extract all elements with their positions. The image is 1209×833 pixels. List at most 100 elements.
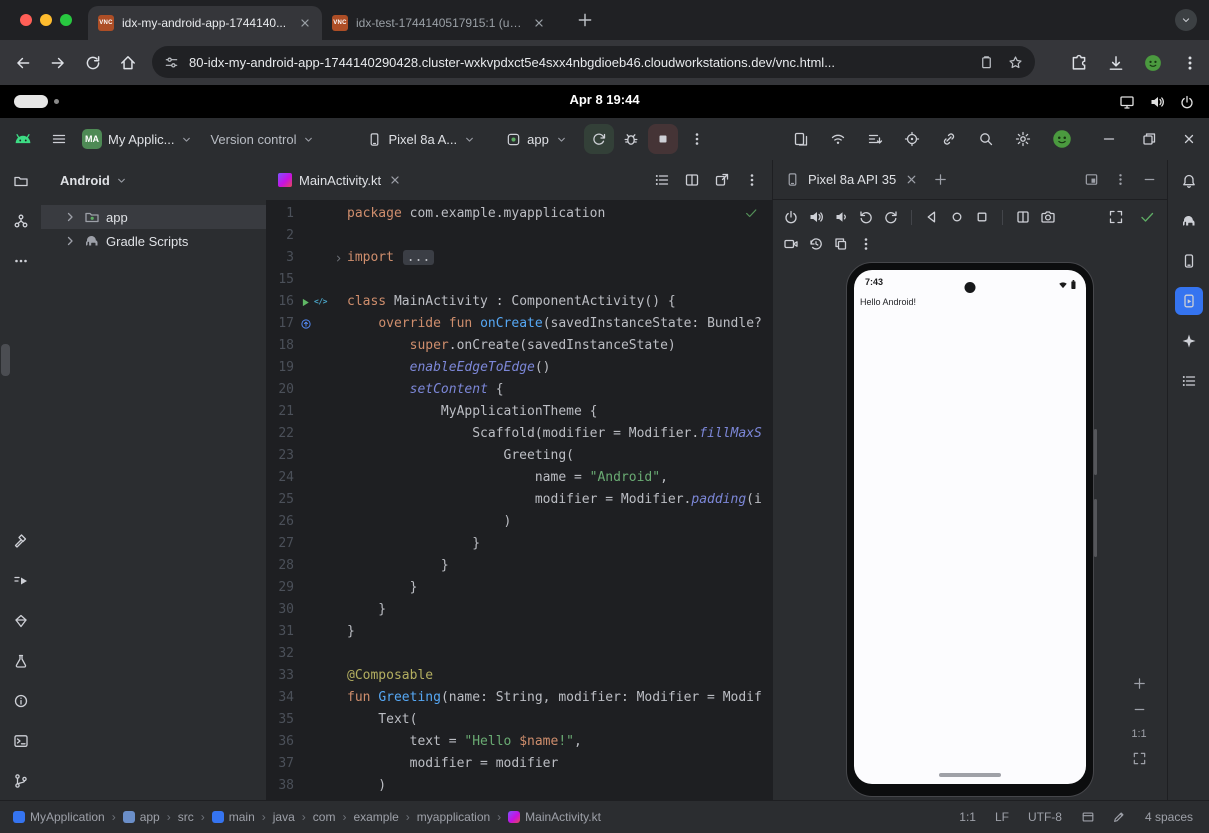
list-icon[interactable] [654,172,670,188]
breadcrumb-item[interactable]: main [212,810,255,824]
terminal-tool-button[interactable] [7,727,35,755]
close-window-button[interactable] [20,14,32,26]
device-manager-icon[interactable] [793,131,809,147]
main-menu-icon[interactable] [51,131,67,147]
search-icon[interactable] [978,131,994,147]
new-tab-button[interactable] [576,11,594,29]
clipboard-icon[interactable] [979,55,994,70]
url-text[interactable]: 80-idx-my-android-app-1744140290428.clus… [189,55,969,70]
folded-region[interactable]: ... [403,250,434,265]
file-encoding[interactable]: UTF-8 [1028,810,1062,824]
compose-preview-icon[interactable]: </> [314,291,327,313]
avatar-icon[interactable] [1144,54,1162,72]
kebab-icon[interactable] [858,236,874,252]
run-config-selector[interactable]: app [506,132,568,147]
camera-icon[interactable] [1040,209,1056,225]
rotate-right-icon[interactable] [883,209,899,225]
elephant-tool-button[interactable] [1175,207,1203,235]
copy-icon[interactable] [833,236,849,252]
app-inspection-icon[interactable] [904,131,920,147]
pair-devices-icon[interactable] [830,131,846,147]
diamond-tool-button[interactable] [7,607,35,635]
back-tri-icon[interactable] [924,209,940,225]
reload-icon[interactable] [84,54,102,72]
project-tree-item[interactable]: Gradle Scripts [41,229,266,253]
breadcrumb-item[interactable]: MainActivity.kt [508,810,601,824]
breadcrumb-item[interactable]: java [273,810,295,824]
site-settings-icon[interactable] [164,55,179,70]
zoom-level[interactable]: 1:1 [1131,728,1146,740]
list-tool-button[interactable] [1175,367,1203,395]
fold-icon[interactable] [1015,209,1031,225]
vcs-widget[interactable]: Version control [210,132,315,147]
settings-icon[interactable] [1015,131,1031,147]
close-x-icon[interactable] [1181,131,1197,147]
tab-search-button[interactable] [1175,9,1197,31]
frame-icon[interactable] [1081,810,1095,824]
flask-tool-button[interactable] [7,647,35,675]
breadcrumb-item[interactable]: myapplication [417,810,490,824]
zoom-in-button[interactable] [1132,676,1147,691]
close-tab-icon[interactable] [298,16,312,30]
kebab-icon[interactable] [1181,54,1199,72]
kebab-icon[interactable] [1113,172,1128,187]
download-icon[interactable] [1107,54,1125,72]
caret-position[interactable]: 1:1 [959,810,976,824]
puzzle-icon[interactable] [1070,54,1088,72]
detach-icon[interactable] [714,172,730,188]
sparkle-tool-button[interactable] [1175,327,1203,355]
project-tree-item[interactable]: app [41,205,266,229]
hierarchy-tool-button[interactable] [7,207,35,235]
project-widget[interactable]: MA My Applic... [82,129,193,149]
run-play-tool-button[interactable] [7,567,35,595]
line-ending[interactable]: LF [995,810,1009,824]
code-area[interactable]: 1package com.example.myapplication23impo… [266,200,772,801]
split-icon[interactable] [684,172,700,188]
project-view-selector[interactable]: Android [41,160,266,188]
rerun-button[interactable] [584,124,614,154]
video-icon[interactable] [783,236,799,252]
hammer-tool-button[interactable] [7,527,35,555]
forward-arrow-icon[interactable] [49,54,67,72]
run-more-icon[interactable] [689,131,705,147]
breadcrumb-item[interactable]: example [353,810,398,824]
home-icon[interactable] [119,54,137,72]
running-devices-tool-button[interactable] [1175,287,1203,315]
editor-tab[interactable]: MainActivity.kt [266,160,414,200]
link-icon[interactable] [941,131,957,147]
minimize-window-button[interactable] [40,14,52,26]
breadcrumb-item[interactable]: app [123,810,160,824]
rotate-left-icon[interactable] [858,209,874,225]
history-icon[interactable] [808,236,824,252]
dock-icon[interactable] [1084,172,1099,187]
add-device-tab-icon[interactable] [933,172,948,187]
stripe-drag-handle[interactable] [1,344,10,376]
volume-up-icon[interactable] [808,209,824,225]
close-tab-icon[interactable] [532,16,546,30]
power-icon[interactable] [783,209,799,225]
volume-down-icon[interactable] [833,209,849,225]
debug-button[interactable] [623,131,639,147]
info-tool-button[interactable] [7,687,35,715]
breadcrumb-item[interactable]: com [313,810,336,824]
inspections-ok-icon[interactable] [744,206,758,220]
emulator-screen[interactable]: 7:43 Hello Android! [854,270,1086,784]
zoom-out-button[interactable] [1132,702,1147,717]
fold-chevron-icon[interactable] [333,253,344,264]
run-gutter-icon[interactable] [300,297,311,308]
folder-tool-button[interactable] [7,167,35,195]
browser-tab[interactable]: VNCidx-test-1744140517915:1 (us... [322,6,556,40]
stop-button[interactable] [648,124,678,154]
star-icon[interactable] [1008,55,1023,70]
indent-setting[interactable]: 4 spaces [1145,810,1193,824]
close-tab-icon[interactable] [388,173,402,187]
kebab-icon[interactable] [744,172,760,188]
close-device-tab-icon[interactable] [904,172,919,187]
zoom-to-fit-button[interactable] [1132,751,1147,766]
address-bar[interactable]: 80-idx-my-android-app-1744140290428.clus… [152,46,1035,78]
phone-tool-button[interactable] [1175,247,1203,275]
user-avatar[interactable] [1052,129,1072,149]
more-h-tool-button[interactable] [7,247,35,275]
resize-icon[interactable] [1108,209,1124,225]
device-selector[interactable]: Pixel 8a A... [367,132,476,147]
